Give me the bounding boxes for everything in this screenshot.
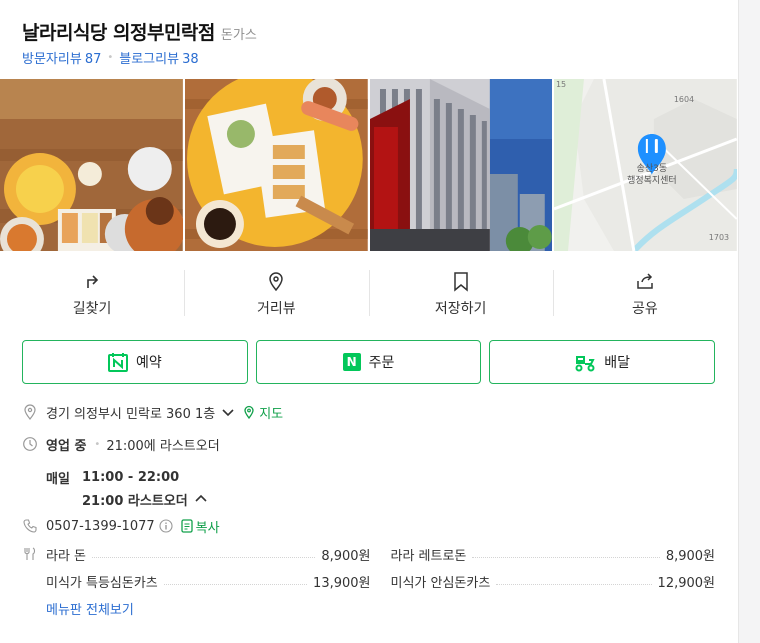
visitor-reviews-label: 방문자리뷰 [22, 52, 82, 67]
place-panel: 날라리식당 의정부민락점 돈가스 방문자리뷰 87 • 블로그리뷰 38 160… [0, 0, 737, 643]
photo-building[interactable] [369, 79, 553, 251]
directions-label: 길찾기 [72, 301, 112, 317]
menu-item-name: 라라 레트로돈 [390, 548, 467, 564]
menu-item[interactable]: 라라 레트로돈 8,900원 [391, 544, 716, 564]
booking-buttons: 예약 N 주문 배달 [22, 340, 716, 384]
menu-list: 라라 돈 8,900원 라라 레트로돈 8,900원 미식가 특등심돈카츠 13… [46, 544, 715, 591]
map-link[interactable]: 지도 [243, 403, 283, 422]
separator-dot: • [94, 438, 101, 450]
order-button[interactable]: N 주문 [255, 340, 482, 384]
reserve-button[interactable]: 예약 [22, 340, 248, 384]
share-button[interactable]: 공유 [552, 262, 737, 324]
calendar-n-icon [107, 353, 128, 372]
menu-item[interactable]: 미식가 특등심돈카츠 13,900원 [46, 571, 371, 591]
action-bar: 길찾기 거리뷰 저장하기 공유 [0, 262, 737, 324]
last-order-line: 21:00 라스트오더 [46, 488, 715, 510]
menu-item-price: 12,900원 [657, 575, 715, 591]
location-pin-icon [24, 404, 36, 420]
building-photo-image [369, 79, 553, 251]
bookmark-icon [453, 272, 468, 292]
copy-icon [180, 519, 193, 533]
map-image: 1604 1703 15 송산3동 행정복지센터 [554, 79, 737, 251]
copy-label: 복사 [195, 520, 220, 536]
chevron-up-icon[interactable] [194, 492, 208, 506]
blog-reviews-link[interactable]: 블로그리뷰 38 [119, 48, 198, 67]
delivery-button[interactable]: 배달 [489, 340, 716, 384]
review-links: 방문자리뷰 87 • 블로그리뷰 38 [22, 48, 199, 67]
utensils-icon [24, 547, 36, 560]
menu-item[interactable]: 라라 돈 8,900원 [46, 544, 371, 564]
map-link-label: 지도 [259, 406, 284, 422]
dotted-leader [472, 556, 660, 558]
place-info: 경기 의정부시 민락로 360 1층 지도 영업 중 • 21:00에 라스트오… [22, 402, 715, 618]
title-row: 날라리식당 의정부민락점 돈가스 [22, 18, 257, 45]
photo-food-1[interactable] [0, 79, 183, 251]
menu-item-price: 13,900원 [313, 575, 371, 591]
street-view-button[interactable]: 거리뷰 [184, 262, 368, 324]
menu-item-name: 미식가 특등심돈카츠 [46, 575, 158, 591]
delivery-scooter-icon [575, 356, 595, 372]
map-number-1703: 1703 [709, 233, 729, 242]
address-text: 경기 의정부시 민락로 360 1층 [46, 406, 216, 422]
last-order-time: 21:00 라스트오더 [82, 493, 188, 509]
photo-food-2[interactable] [184, 79, 368, 251]
dotted-leader [92, 556, 316, 558]
share-label: 공유 [631, 301, 658, 317]
map-label-line1: 송산3동 [637, 163, 667, 174]
hours-row[interactable]: 영업 중 • 21:00에 라스트오더 [22, 434, 715, 454]
side-rail [738, 0, 760, 643]
chevron-down-icon[interactable] [221, 405, 235, 419]
directions-button[interactable]: 길찾기 [0, 262, 184, 324]
map-thumbnail[interactable]: 1604 1703 15 송산3동 행정복지센터 [554, 79, 737, 251]
place-category: 돈가스 [220, 28, 257, 43]
phone-row: 0507-1399-1077 복사 [22, 516, 715, 536]
menu-item[interactable]: 미식가 안심돈카츠 12,900원 [391, 571, 716, 591]
dotted-leader [163, 583, 308, 585]
map-label-line2: 행정복지센터 [627, 174, 677, 186]
copy-phone-button[interactable]: 복사 [180, 517, 220, 536]
visitor-reviews-count: 87 [84, 52, 102, 67]
menu-item-price: 8,900원 [665, 548, 715, 564]
food-photo-image [0, 79, 183, 251]
view-full-menu-link[interactable]: 메뉴판 전체보기 [46, 599, 134, 618]
street-view-icon [269, 272, 284, 292]
info-icon[interactable] [159, 519, 173, 533]
food-photo-image [184, 79, 368, 251]
separator-dot: • [107, 52, 114, 63]
menu-item-name: 미식가 안심돈카츠 [390, 575, 491, 591]
reserve-label: 예약 [135, 355, 162, 371]
visitor-reviews-link[interactable]: 방문자리뷰 87 [22, 48, 101, 67]
map-number-1604: 1604 [674, 95, 694, 104]
hours-time: 11:00 - 22:00 [82, 469, 180, 485]
save-button[interactable]: 저장하기 [368, 262, 553, 324]
blog-reviews-count: 38 [182, 52, 199, 67]
last-order-note: 21:00에 라스트오더 [106, 438, 220, 454]
delivery-label: 배달 [604, 355, 631, 371]
directions-icon [87, 275, 99, 288]
order-label: 주문 [368, 355, 395, 371]
menu-section: 라라 돈 8,900원 라라 레트로돈 8,900원 미식가 특등심돈카츠 13… [22, 544, 715, 618]
share-icon [637, 273, 653, 289]
hours-line: 매일 11:00 - 22:00 [46, 466, 715, 488]
blog-reviews-label: 블로그리뷰 [119, 52, 180, 67]
phone-number: 0507-1399-1077 [46, 518, 155, 534]
save-label: 저장하기 [434, 301, 487, 317]
street-view-label: 거리뷰 [257, 301, 296, 317]
address-row: 경기 의정부시 민락로 360 1층 지도 [22, 402, 715, 422]
photo-strip: 1604 1703 15 송산3동 행정복지센터 [0, 79, 737, 251]
open-status: 영업 중 [46, 438, 87, 454]
hours-day: 매일 [46, 471, 70, 487]
map-number-15: 15 [556, 80, 566, 89]
menu-item-price: 8,900원 [321, 548, 371, 564]
dotted-leader [496, 583, 652, 585]
map-pin-icon [244, 405, 254, 419]
menu-item-name: 라라 돈 [46, 548, 87, 564]
hours-detail: 매일 11:00 - 22:00 21:00 라스트오더 [46, 466, 715, 510]
clock-icon [23, 437, 37, 451]
place-title: 날라리식당 의정부민락점 [22, 22, 215, 44]
naver-n-icon: N [342, 353, 361, 371]
phone-icon [23, 519, 37, 533]
